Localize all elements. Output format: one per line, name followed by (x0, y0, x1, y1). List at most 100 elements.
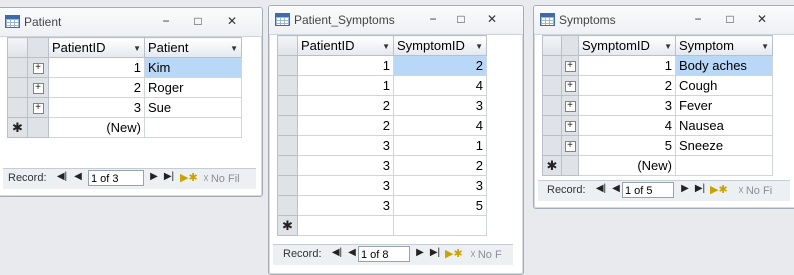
cell-symptomid[interactable]: 4 (393, 75, 487, 96)
new-record-cell[interactable]: (New) (578, 155, 676, 176)
cell-symptom[interactable]: Body aches (675, 55, 773, 76)
expand-cell[interactable]: + (561, 135, 579, 156)
column-header-patientid[interactable]: PatientID ▼ (48, 37, 145, 58)
first-record-icon[interactable]: ◀| (331, 247, 343, 258)
record-selector[interactable] (277, 75, 298, 96)
no-filter-indicator[interactable]: ☓ No Fil (203, 172, 240, 185)
next-record-icon[interactable]: ▶ (414, 247, 426, 258)
first-record-icon[interactable]: ◀| (595, 183, 607, 194)
record-selector[interactable] (277, 115, 298, 136)
select-all-corner[interactable] (542, 35, 562, 56)
cell-patientid[interactable]: 2 (297, 95, 394, 116)
cell-patientid[interactable]: 3 (297, 155, 394, 176)
plus-box-icon[interactable]: + (32, 83, 44, 95)
expand-cell[interactable]: + (561, 95, 579, 116)
cell-patient[interactable]: Kim (144, 57, 242, 78)
cell-symptomid[interactable]: 1 (578, 55, 676, 76)
patient-symptoms-titlebar[interactable]: Patient_Symptoms − □ ✕ (269, 6, 523, 35)
last-record-icon[interactable]: ▶| (163, 171, 175, 182)
expand-cell[interactable]: + (561, 115, 579, 136)
symptoms-titlebar[interactable]: Symptoms − □ ✕ (534, 6, 794, 35)
table-row[interactable]: 12 (277, 55, 487, 76)
new-record-cell[interactable] (393, 215, 487, 236)
sort-dropdown-icon[interactable]: ▼ (382, 42, 390, 51)
new-record-selector[interactable]: ✱ (7, 117, 28, 138)
sort-dropdown-icon[interactable]: ▼ (133, 44, 141, 53)
cell-patientid[interactable]: 1 (297, 75, 394, 96)
record-selector[interactable] (277, 175, 298, 196)
minimize-button[interactable]: − (689, 11, 707, 27)
prev-record-icon[interactable]: ◀ (346, 247, 358, 258)
new-record-icon[interactable]: ▶✱ (180, 171, 198, 184)
plus-box-icon[interactable]: + (564, 141, 576, 153)
maximize-button[interactable]: □ (189, 13, 207, 29)
table-row[interactable]: 31 (277, 135, 487, 156)
record-selector[interactable] (542, 75, 562, 96)
column-header-symptomid[interactable]: SymptomID ▼ (393, 35, 487, 56)
table-row[interactable]: + 1 Kim (7, 57, 242, 78)
record-selector[interactable] (542, 135, 562, 156)
new-record-icon[interactable]: ▶✱ (445, 247, 463, 260)
table-row[interactable]: + 5 Sneeze (542, 135, 773, 156)
record-selector[interactable] (277, 135, 298, 156)
record-selector[interactable] (542, 55, 562, 76)
new-record-icon[interactable]: ▶✱ (710, 183, 728, 196)
next-record-icon[interactable]: ▶ (679, 183, 691, 194)
cell-symptomid[interactable]: 4 (393, 115, 487, 136)
new-record-row[interactable]: ✱ (New) (542, 155, 773, 176)
sort-dropdown-icon[interactable]: ▼ (475, 42, 483, 51)
cell-symptomid[interactable]: 3 (393, 95, 487, 116)
table-row[interactable]: 23 (277, 95, 487, 116)
cell-symptomid[interactable]: 5 (578, 135, 676, 156)
close-button[interactable]: ✕ (483, 11, 501, 27)
table-row[interactable]: 32 (277, 155, 487, 176)
plus-box-icon[interactable]: + (564, 101, 576, 113)
cell-patientid[interactable]: 3 (297, 135, 394, 156)
record-selector[interactable] (277, 55, 298, 76)
table-row[interactable]: + 3 Fever (542, 95, 773, 116)
new-record-selector[interactable]: ✱ (277, 215, 298, 236)
close-button[interactable]: ✕ (753, 11, 771, 27)
prev-record-icon[interactable]: ◀ (72, 171, 84, 182)
cell-patient[interactable]: Sue (144, 97, 242, 118)
table-row[interactable]: + 1 Body aches (542, 55, 773, 76)
new-record-cell[interactable] (297, 215, 394, 236)
plus-box-icon[interactable]: + (564, 81, 576, 93)
cell-patient[interactable]: Roger (144, 77, 242, 98)
record-selector[interactable] (277, 155, 298, 176)
first-record-icon[interactable]: ◀| (56, 171, 68, 182)
table-row[interactable]: + 3 Sue (7, 97, 242, 118)
cell-patientid[interactable]: 1 (48, 57, 145, 78)
table-row[interactable]: 35 (277, 195, 487, 216)
minimize-button[interactable]: − (157, 13, 175, 29)
expand-cell[interactable]: + (561, 75, 579, 96)
sort-dropdown-icon[interactable]: ▼ (230, 44, 238, 53)
table-row[interactable]: 14 (277, 75, 487, 96)
expand-cell[interactable]: + (27, 77, 49, 98)
column-header-symptom[interactable]: Symptom ▼ (675, 35, 773, 56)
record-position-input[interactable]: 1 of 5 (622, 182, 674, 198)
cell-symptomid[interactable]: 5 (393, 195, 487, 216)
cell-patientid[interactable]: 3 (48, 97, 145, 118)
record-selector[interactable] (7, 57, 28, 78)
record-position-input[interactable]: 1 of 8 (358, 246, 410, 262)
column-header-patient[interactable]: Patient ▼ (144, 37, 242, 58)
expand-cell[interactable]: + (27, 97, 49, 118)
patient-titlebar[interactable]: Patient − □ ✕ (0, 8, 262, 37)
table-row[interactable]: + 2 Cough (542, 75, 773, 96)
record-selector[interactable] (277, 95, 298, 116)
record-selector[interactable] (277, 195, 298, 216)
cell-symptom[interactable]: Sneeze (675, 135, 773, 156)
prev-record-icon[interactable]: ◀ (610, 183, 622, 194)
record-selector[interactable] (7, 77, 28, 98)
cell-patientid[interactable]: 3 (297, 175, 394, 196)
maximize-button[interactable]: □ (721, 11, 739, 27)
close-button[interactable]: ✕ (223, 13, 241, 29)
cell-patientid[interactable]: 3 (297, 195, 394, 216)
cell-patientid[interactable]: 2 (297, 115, 394, 136)
last-record-icon[interactable]: ▶| (694, 183, 706, 194)
new-record-row[interactable]: ✱ (277, 215, 487, 236)
sort-dropdown-icon[interactable]: ▼ (664, 42, 672, 51)
cell-symptomid[interactable]: 3 (578, 95, 676, 116)
cell-patientid[interactable]: 2 (48, 77, 145, 98)
